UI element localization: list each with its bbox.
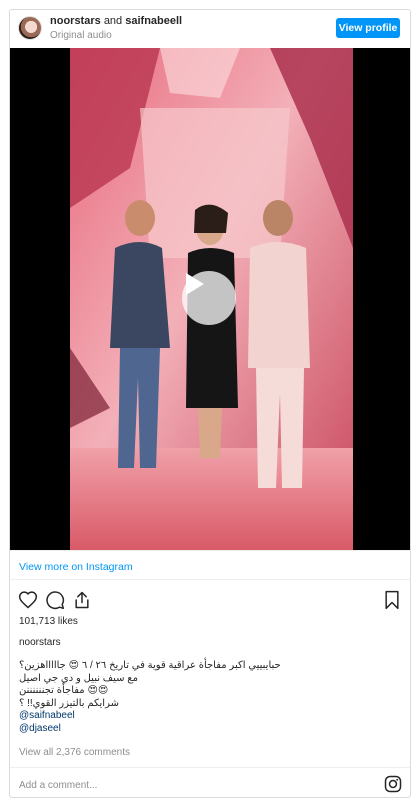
avatar[interactable] (18, 16, 42, 40)
heart-icon[interactable] (18, 590, 38, 610)
instagram-icon[interactable] (384, 775, 402, 793)
share-icon[interactable] (72, 590, 92, 610)
mention-link-djaseel[interactable]: @djaseel (19, 723, 319, 736)
audio-label[interactable]: Original audio (50, 30, 112, 41)
caption-author[interactable]: noorstars (19, 637, 61, 648)
play-icon (186, 273, 204, 295)
view-profile-button[interactable]: View profile (336, 18, 400, 38)
video-player[interactable] (10, 48, 410, 550)
instagram-embed-card: noorstars and saifnabeell Original audio… (9, 9, 411, 798)
caption-line: 😍😍 مفاجأة تجننننننن (19, 685, 109, 696)
divider (10, 579, 410, 580)
view-comments-link[interactable]: View all 2,376 comments (19, 747, 130, 758)
post-authors: noorstars and saifnabeell (50, 15, 182, 28)
action-bar (10, 590, 410, 614)
author-link-noorstars[interactable]: noorstars (50, 15, 101, 27)
divider (10, 550, 410, 551)
author-link-saifnabeell[interactable]: saifnabeell (125, 15, 182, 27)
comment-icon[interactable] (45, 590, 65, 610)
post-header: noorstars and saifnabeell Original audio… (10, 10, 410, 47)
caption-line: حبايبييي اكبر مفاجأة عراقية قوية في تاري… (19, 660, 281, 671)
caption-line: مع سيف نبيل و دي جي اصيل (19, 672, 138, 684)
mention-link-saifnabeel[interactable]: @saifnabeel (19, 710, 319, 723)
bookmark-icon[interactable] (382, 590, 402, 610)
view-more-link[interactable]: View more on Instagram (19, 561, 133, 573)
like-count[interactable]: 101,713 likes (19, 616, 78, 627)
add-comment-field[interactable]: Add a comment... (19, 780, 97, 791)
authors-conjunction: and (103, 15, 123, 27)
caption: حبايبييي اكبر مفاجأة عراقية قوية في تاري… (19, 660, 319, 735)
play-button[interactable] (182, 271, 236, 325)
divider (10, 767, 410, 768)
caption-line: شرايكم بالتيزر القوي!! ؟ (19, 697, 119, 709)
